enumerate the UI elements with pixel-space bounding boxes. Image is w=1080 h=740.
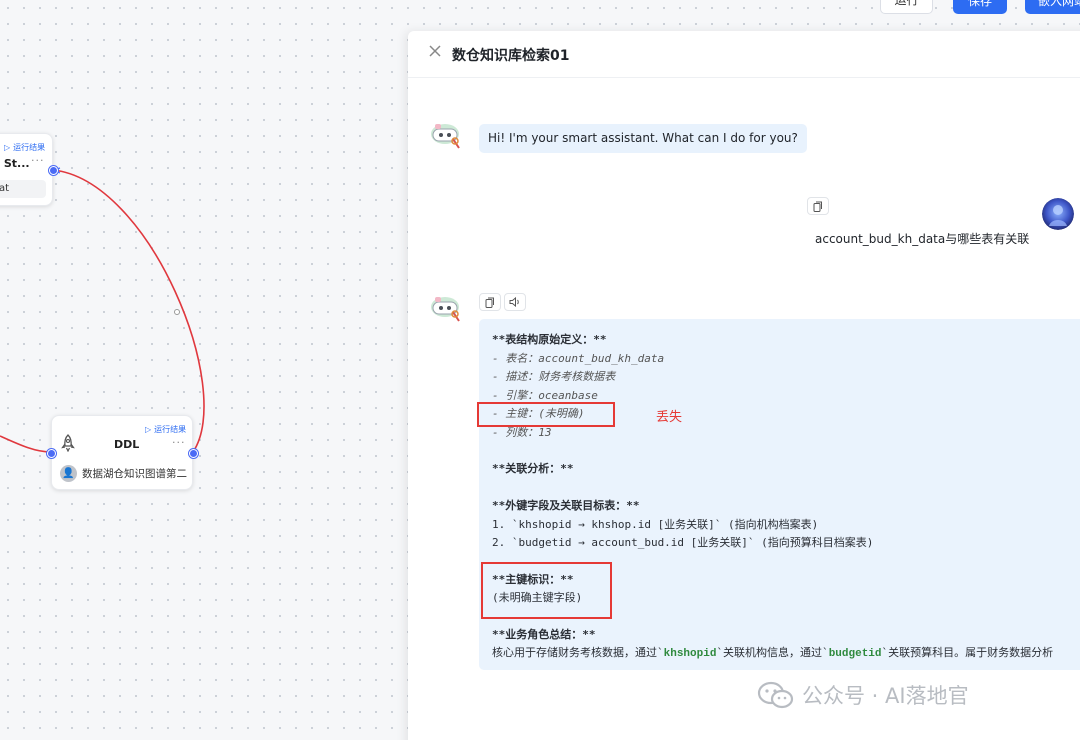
node-field: 👤 数据湖仓知识图谱第二 [60, 463, 188, 483]
embed-website-button[interactable]: 嵌入网站 [1025, 0, 1080, 14]
wechat-icon [757, 681, 794, 709]
answer-line: - 表名：account_bud_kh_data [492, 352, 665, 365]
copy-icon [485, 297, 494, 308]
answer-line: **关联分析：** [492, 462, 574, 475]
answer-line: **表结构原始定义：** [492, 333, 607, 346]
node-field: at [0, 180, 46, 198]
highlight-box-primary-key [477, 402, 615, 427]
answer-line: - 引擎：oceanbase [492, 389, 598, 402]
user-avatar-icon [1042, 198, 1074, 230]
highlight-box-primary-key-section [481, 562, 612, 619]
play-icon: ▷ [145, 425, 152, 434]
summary-text: 核心用于存储财务考核数据，通过` [492, 646, 664, 659]
chat-panel: 数仓知识库检索01 Hi! I'm your smart assistant. … [408, 31, 1080, 740]
edge-node-a-to-node-b[interactable] [52, 169, 205, 453]
summary-text: `关联机构信息，通过` [716, 646, 829, 659]
answer-line: 2. `budgetid → account_bud.id [业务关联]` (指… [492, 536, 874, 549]
summary-code: khshopid [663, 648, 717, 660]
answer-line: - 描述：财务考核数据表 [492, 370, 616, 383]
run-result-label: 运行结果 [13, 143, 46, 152]
more-options-icon[interactable]: ··· [31, 154, 45, 167]
workflow-edges [0, 167, 205, 453]
save-button[interactable]: 保存 [953, 0, 1007, 14]
assistant-greeting-bubble: Hi! I'm your smart assistant. What can I… [479, 124, 807, 153]
summary-code: budgetid [828, 648, 882, 660]
edge-incoming-node-b[interactable] [0, 435, 52, 453]
node-field-label: 数据湖仓知识图谱第二 [82, 467, 187, 480]
annotation-label: 丢失 [656, 410, 683, 425]
run-result-label: 运行结果 [154, 425, 187, 434]
summary-text: `关联预算科目。属于财务数据分析 [881, 646, 1054, 659]
workflow-node-ddl[interactable]: ▷ 运行结果 DDL ··· 👤 数据湖仓知识图谱第二 [51, 415, 193, 490]
user-message: account_bud_kh_data与哪些表有关联 [815, 232, 1030, 246]
run-result-link[interactable]: ▷ 运行结果 [145, 424, 186, 435]
workflow-node-a[interactable]: ▷ 运行结果 L St... ··· at [0, 133, 53, 206]
node-b-output-port[interactable] [189, 449, 198, 458]
panel-title: 数仓知识库检索01 [452, 48, 570, 64]
copy-icon [813, 201, 822, 212]
more-options-icon[interactable]: ··· [172, 436, 186, 449]
panel-header: 数仓知识库检索01 [408, 31, 1080, 78]
node-title: DDL [114, 438, 140, 451]
run-button[interactable]: 运行 [880, 0, 933, 14]
bot-avatar-icon [431, 124, 460, 149]
play-icon: ▷ [4, 143, 11, 152]
copy-button[interactable] [479, 293, 501, 311]
answer-line: **业务角色总结：** [492, 628, 596, 641]
watermark: 公众号 · AI落地官 [756, 680, 969, 710]
read-aloud-button[interactable] [504, 293, 526, 311]
node-b-input-port[interactable] [47, 449, 56, 458]
node-title: L St... [0, 157, 30, 170]
answer-summary: 核心用于存储财务考核数据，通过`khshopid`关联机构信息，通过`budge… [492, 644, 1053, 660]
answer-line: **外键字段及关联目标表：** [492, 499, 640, 512]
edge-midpoint-handle[interactable] [174, 309, 180, 315]
answer-line: 1. `khshopid → khshop.id [业务关联]` (指向机构档案… [492, 518, 819, 531]
copy-button[interactable] [807, 197, 829, 215]
rocket-icon [61, 434, 75, 452]
speaker-icon [509, 297, 519, 307]
watermark-text: 公众号 · AI落地官 [802, 684, 969, 708]
bot-avatar-icon [431, 297, 460, 322]
run-result-link[interactable]: ▷ 运行结果 [4, 142, 45, 153]
close-icon[interactable] [428, 44, 442, 58]
node-a-output-port[interactable] [49, 166, 58, 175]
user-avatar-icon: 👤 [60, 464, 77, 482]
